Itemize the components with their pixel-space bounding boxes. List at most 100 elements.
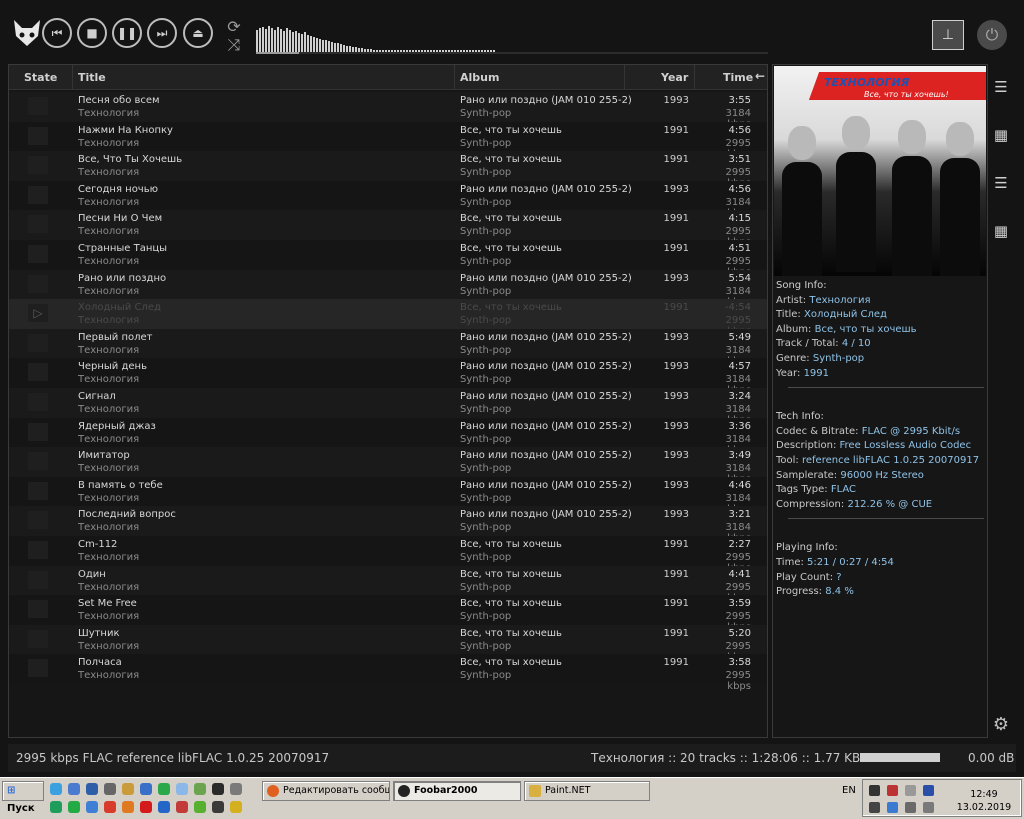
label: Genre:	[776, 352, 810, 364]
track-row[interactable]: Песня обо всем Технология Рано или поздно …	[9, 92, 767, 130]
stop-button[interactable]: ■	[77, 18, 107, 48]
column-time[interactable]: Time	[723, 71, 753, 84]
tray-sound-icon[interactable]	[905, 785, 916, 796]
quick-launch-icon[interactable]	[122, 783, 134, 795]
track-artist: Технология	[78, 463, 140, 475]
spectrum-bar	[280, 29, 282, 52]
seek-bar[interactable]	[256, 52, 768, 54]
tray-icon[interactable]	[905, 802, 916, 813]
power-button[interactable]: ⏻	[977, 20, 1007, 50]
start-button[interactable]: ⊞ Пуск	[2, 781, 44, 814]
genre-value: Synth-pop	[812, 352, 865, 364]
track-time: 5:20	[728, 627, 751, 639]
quick-launch-icon[interactable]	[50, 801, 62, 813]
task-browser[interactable]: Редактировать сообще...	[262, 781, 390, 801]
task-paintnet[interactable]: Paint.NET	[524, 781, 650, 801]
track-row[interactable]: Нажми На Кнопку Технология Все, что ты хоч…	[9, 121, 767, 160]
album-view-icon[interactable]: ▦	[992, 126, 1010, 144]
track-album: Рано или поздно (JAM 010 255-2)	[460, 361, 632, 373]
tray-icon[interactable]	[869, 802, 880, 813]
task-foobar[interactable]: Foobar2000	[393, 781, 521, 801]
track-year: 1991	[663, 213, 689, 225]
quick-launch-icon[interactable]	[140, 783, 152, 795]
quick-launch-icon[interactable]	[230, 783, 242, 795]
playlist: State Title Album Year Time ← Песня обо …	[8, 64, 768, 738]
quick-launch-icon[interactable]	[230, 801, 242, 813]
quick-launch-icon[interactable]	[50, 783, 62, 795]
column-collapse-arrow-icon[interactable]: ←	[755, 69, 765, 83]
minimize-to-tray-button[interactable]: ⊥	[932, 20, 964, 50]
fox-logo-icon[interactable]	[12, 18, 42, 48]
track-album: Рано или поздно (JAM 010 255-2)	[460, 183, 632, 195]
track-album: Все, что ты хочешь	[460, 627, 562, 639]
track-row[interactable]: Все, Что Ты Хочешь Технология Все, что ты …	[9, 151, 767, 189]
quick-launch-icon[interactable]	[104, 783, 116, 795]
track-year: 1993	[663, 183, 689, 195]
quick-launch-icon[interactable]	[158, 801, 170, 813]
track-row[interactable]: Имитатор Технология Рано или поздно (JAM 0…	[9, 447, 767, 485]
gear-icon[interactable]: ⚙	[990, 714, 1012, 736]
quick-launch-icon[interactable]	[194, 783, 206, 795]
quick-launch-icon[interactable]	[176, 801, 188, 813]
track-row[interactable]: Странные Танцы Технология Все, что ты хоче…	[9, 239, 767, 278]
tray-icon[interactable]	[923, 802, 934, 813]
playlist-view-icon[interactable]: ☰	[992, 78, 1010, 96]
repeat-icon[interactable]: ⟳	[223, 18, 245, 36]
quick-launch-icon[interactable]	[212, 783, 224, 795]
quick-launch-icon[interactable]	[122, 801, 134, 813]
shuffle-icon[interactable]: ⤨	[223, 36, 245, 54]
quick-launch-icon[interactable]	[68, 783, 80, 795]
language-indicator[interactable]: EN	[842, 785, 856, 796]
quick-launch-icon[interactable]	[68, 801, 80, 813]
track-row[interactable]: Cm-112 Технология Все, что ты хочешь Synth-…	[9, 535, 767, 574]
task-label: Редактировать сообще...	[283, 785, 389, 796]
track-row[interactable]: ▷ Холодный След Технология Все, что ты хоче…	[9, 299, 767, 337]
track-row[interactable]: Ядерный джаз Технология Рано или поздно (J…	[9, 417, 767, 456]
track-row[interactable]: Последний вопрос Технология Рано или поздн…	[9, 506, 767, 544]
column-state[interactable]: State	[24, 71, 57, 84]
quick-launch-icon[interactable]	[86, 783, 98, 795]
quick-launch-icon[interactable]	[140, 801, 152, 813]
track-row[interactable]: Черный день Технология Рано или поздно (JA…	[9, 358, 767, 396]
list-view-icon[interactable]: ☰	[992, 174, 1010, 192]
track-artist: Технология	[78, 196, 140, 208]
track-artist: Технология	[78, 285, 140, 297]
track-row[interactable]: Шутник Технология Все, что ты хочешь Synth-…	[9, 624, 767, 663]
tray-network-icon[interactable]	[887, 802, 898, 813]
quick-launch-icon[interactable]	[212, 801, 224, 813]
quick-launch-icon[interactable]	[194, 801, 206, 813]
track-artist: Технология	[78, 108, 140, 119]
quick-launch-icon[interactable]	[158, 783, 170, 795]
pause-button[interactable]: ❚❚	[112, 18, 142, 48]
grid-view-icon[interactable]: ▦	[992, 222, 1010, 240]
previous-button[interactable]: ⏮	[42, 18, 72, 48]
track-row[interactable]: В память о тебе Технология Рано или поздно…	[9, 476, 767, 515]
volume-slider[interactable]	[860, 753, 940, 762]
track-row[interactable]: Песни Ни О Чем Технология Все, что ты хоче…	[9, 210, 767, 248]
column-year[interactable]: Year	[661, 71, 688, 84]
track-year: 1993	[663, 331, 689, 343]
track-row[interactable]: Сигнал Технология Рано или поздно (JAM 010…	[9, 387, 767, 426]
track-row[interactable]: Полчаса Технология Все, что ты хочешь Synth…	[9, 654, 767, 692]
tray-foobar-icon[interactable]	[869, 785, 880, 796]
quick-launch-icon[interactable]	[176, 783, 188, 795]
track-row[interactable]: Один Технология Все, что ты хочешь Synth-po…	[9, 565, 767, 604]
spectrum-bar	[286, 28, 288, 52]
quick-launch-icon[interactable]	[104, 801, 116, 813]
column-title[interactable]: Title	[78, 71, 106, 84]
track-row[interactable]: Set Me Free Технология Все, что ты хочешь S…	[9, 595, 767, 633]
cover-title: ТЕХНОЛОГИЯ	[824, 76, 910, 89]
track-row[interactable]: Рано или поздно Технология Рано или поздно…	[9, 269, 767, 308]
clock[interactable]: 12:49 13.02.2019	[951, 788, 1017, 814]
previous-icon: ⏮	[51, 25, 63, 40]
tray-antivirus-icon[interactable]	[887, 785, 898, 796]
eject-button[interactable]: ⏏	[183, 18, 213, 48]
quick-launch-icon[interactable]	[86, 801, 98, 813]
next-button[interactable]: ⏭	[147, 18, 177, 48]
track-row[interactable]: Сегодня ночью Технология Рано или поздно (…	[9, 180, 767, 219]
state-cell	[28, 422, 48, 441]
track-time: 4:56	[728, 124, 751, 136]
tray-bluetooth-icon[interactable]	[923, 785, 934, 796]
column-album[interactable]: Album	[460, 71, 499, 84]
track-row[interactable]: Первый полет Технология Рано или поздно (J…	[9, 328, 767, 367]
